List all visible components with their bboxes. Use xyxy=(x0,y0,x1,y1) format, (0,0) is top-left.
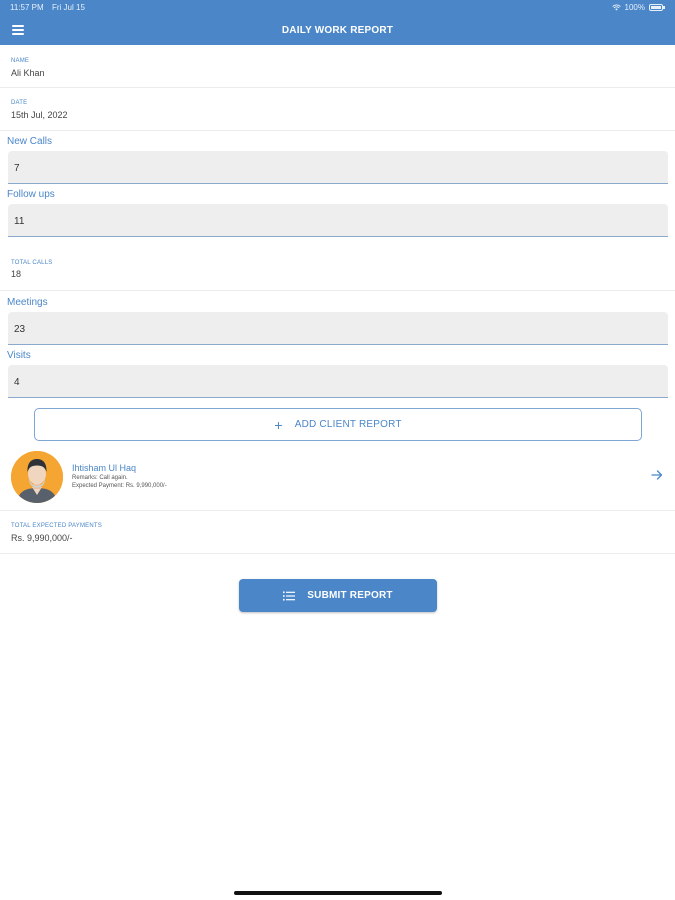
follow-ups-input[interactable]: 11 xyxy=(8,204,668,237)
app-header: 11:57 PM Fri Jul 15 100% DAILY WORK REPO… xyxy=(0,0,675,45)
total-calls-label: TOTAL CALLS xyxy=(11,260,53,266)
visits-value: 4 xyxy=(14,377,20,388)
new-calls-label: New Calls xyxy=(7,136,53,147)
total-calls-field: TOTAL CALLS 18 xyxy=(0,248,675,291)
name-label: NAME xyxy=(11,58,30,64)
date-value: 15th Jul, 2022 xyxy=(11,110,68,120)
new-calls-input[interactable]: 7 xyxy=(8,151,668,184)
client-report-item[interactable]: Ihtisham Ul Haq Remarks: Call again. Exp… xyxy=(0,448,675,511)
client-expected-payment: Expected Payment: Rs. 9,990,000/- xyxy=(72,483,167,489)
list-icon xyxy=(283,591,296,600)
total-payments-value: Rs. 9,990,000/- xyxy=(11,533,73,543)
home-indicator[interactable] xyxy=(234,891,442,895)
date-field[interactable]: DATE 15th Jul, 2022 xyxy=(0,88,675,131)
meetings-label: Meetings xyxy=(7,297,48,308)
submit-report-button[interactable]: SUBMIT REPORT xyxy=(239,579,437,612)
total-payments-field: TOTAL EXPECTED PAYMENTS Rs. 9,990,000/- xyxy=(0,511,675,554)
page-title: DAILY WORK REPORT xyxy=(281,25,394,36)
plus-icon: + xyxy=(274,416,283,433)
submit-report-label: SUBMIT REPORT xyxy=(307,590,393,601)
visits-label: Visits xyxy=(7,350,31,361)
avatar xyxy=(11,451,63,503)
battery-icon xyxy=(649,4,665,11)
total-calls-value: 18 xyxy=(11,269,22,279)
battery-percent: 100% xyxy=(624,3,645,12)
client-remarks: Remarks: Call again. xyxy=(72,475,128,481)
arrow-right-icon[interactable] xyxy=(651,469,663,481)
meetings-value: 23 xyxy=(14,324,26,335)
add-client-report-button[interactable]: + ADD CLIENT REPORT xyxy=(34,408,642,441)
add-client-report-label: ADD CLIENT REPORT xyxy=(294,419,402,430)
status-indicators: 100% xyxy=(611,3,665,12)
follow-ups-value: 11 xyxy=(14,216,25,227)
name-field: NAME Ali Khan xyxy=(0,45,675,88)
total-payments-label: TOTAL EXPECTED PAYMENTS xyxy=(11,523,102,529)
follow-ups-label: Follow ups xyxy=(7,189,55,200)
wifi-icon xyxy=(611,4,621,11)
date-label: DATE xyxy=(11,100,28,106)
status-date: Fri Jul 15 xyxy=(52,3,85,12)
meetings-input[interactable]: 23 xyxy=(8,312,668,345)
client-name: Ihtisham Ul Haq xyxy=(72,463,137,473)
new-calls-value: 7 xyxy=(14,163,20,174)
name-value: Ali Khan xyxy=(11,68,45,78)
status-time: 11:57 PM xyxy=(10,3,44,12)
visits-input[interactable]: 4 xyxy=(8,365,668,398)
